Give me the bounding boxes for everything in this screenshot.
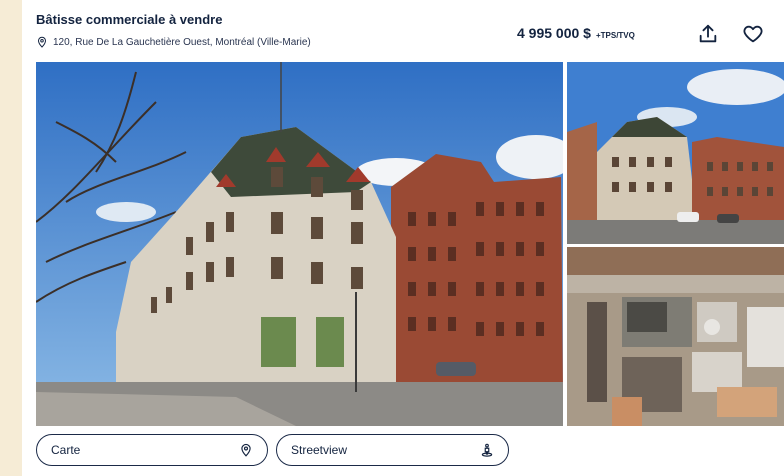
location-pin-icon <box>241 443 251 457</box>
main-building-image <box>36 62 563 426</box>
price-tax-note: +TPS/TVQ <box>595 31 635 40</box>
price-amount: 4 995 000 $ <box>517 25 591 41</box>
map-button-label: Carte <box>51 443 81 457</box>
streetview-person-icon <box>481 443 493 457</box>
rooftop-aerial-image <box>567 247 784 426</box>
address-text: 120, Rue De La Gauchetière Ouest, Montré… <box>53 36 311 48</box>
side-photo-top[interactable] <box>567 62 784 244</box>
listing-price: 4 995 000 $ +TPS/TVQ <box>517 25 635 41</box>
streetview-button[interactable]: Streetview <box>276 434 509 466</box>
share-icon <box>699 24 717 43</box>
listing-card: Bâtisse commerciale à vendre 120, Rue De… <box>22 0 784 476</box>
streetview-button-label: Streetview <box>291 443 348 457</box>
map-button[interactable]: Carte <box>36 434 268 466</box>
listing-address: 120, Rue De La Gauchetière Ouest, Montré… <box>36 36 311 48</box>
main-photo[interactable] <box>36 62 563 426</box>
building-aerial-image <box>567 62 784 244</box>
heart-icon <box>743 25 763 43</box>
listing-title: Bâtisse commerciale à vendre <box>36 12 223 27</box>
location-pin-icon <box>37 36 47 48</box>
share-button[interactable] <box>694 20 722 48</box>
side-photo-bottom[interactable] <box>567 247 784 426</box>
favorite-button[interactable] <box>739 20 767 48</box>
